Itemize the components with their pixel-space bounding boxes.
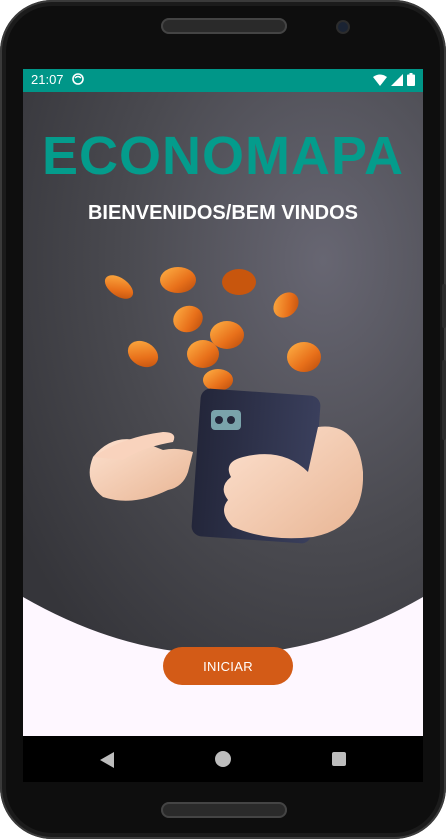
app-screen: 21:07 ECONOMAPA BIENVENIDOS/BEM VINDOS I…	[23, 69, 423, 736]
status-bar: 21:07	[23, 69, 423, 92]
back-icon[interactable]	[100, 752, 114, 768]
app-notification-icon	[72, 73, 84, 85]
welcome-subtitle: BIENVENIDOS/BEM VINDOS	[87, 202, 359, 224]
coin-icon	[104, 267, 321, 391]
top-speaker	[161, 18, 287, 34]
power-button	[442, 360, 446, 440]
wifi-icon	[373, 74, 387, 86]
home-icon[interactable]	[215, 751, 231, 767]
status-icons	[373, 73, 415, 86]
front-camera	[338, 22, 348, 32]
bottom-speaker	[161, 802, 287, 818]
battery-icon	[407, 73, 415, 86]
recents-icon[interactable]	[332, 752, 346, 766]
start-button[interactable]: INICIAR	[163, 647, 293, 685]
status-time: 21:07	[31, 72, 64, 87]
signal-icon	[391, 73, 403, 86]
app-title: ECONOMAPA	[41, 126, 404, 186]
hand-phone-coins-illustration	[89, 267, 363, 544]
navigation-bar	[23, 736, 423, 782]
volume-button	[442, 284, 446, 328]
splash-hero: ECONOMAPA BIENVENIDOS/BEM VINDOS	[23, 92, 423, 736]
